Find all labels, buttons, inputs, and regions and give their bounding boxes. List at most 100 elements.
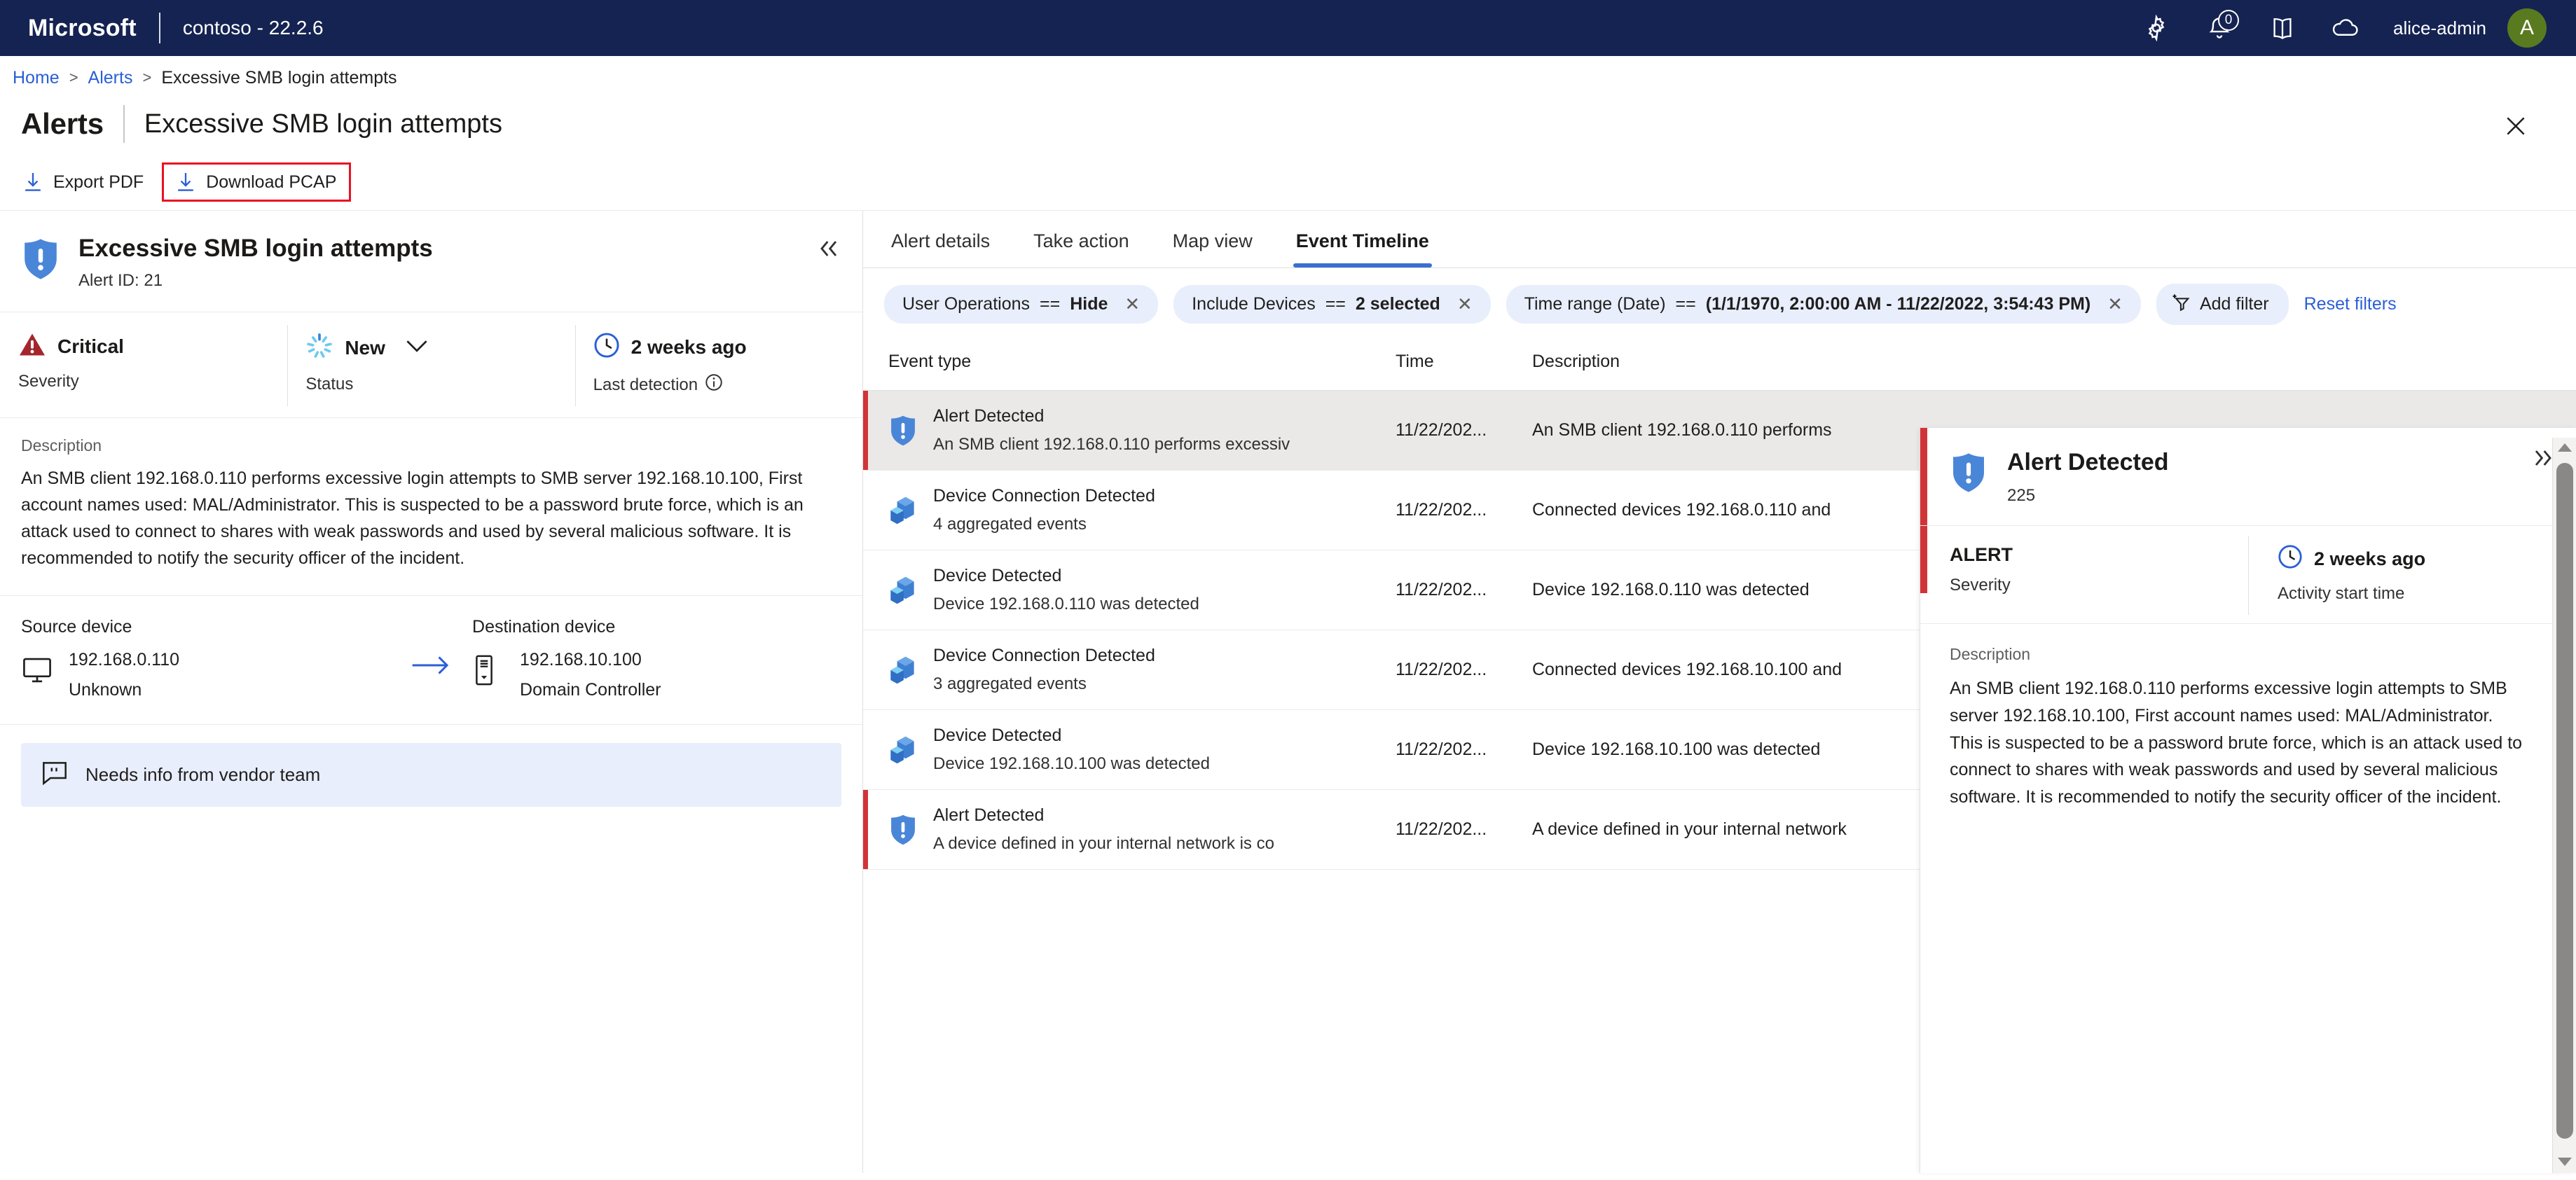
cell-event-type: Device Connection Detected 3 aggregated … <box>863 630 1396 710</box>
device-cube-icon <box>888 654 918 686</box>
tenant-name: contoso - 22.2.6 <box>182 17 324 39</box>
detail-severity-value: ALERT <box>1950 544 2013 565</box>
filter-chip-include-devices[interactable]: Include Devices == 2 selected ✕ <box>1173 285 1491 324</box>
filter-value: 2 selected <box>1355 294 1440 314</box>
detail-id: 225 <box>2007 486 2036 505</box>
cell-time: 11/22/202... <box>1396 470 1532 550</box>
column-description[interactable]: Description <box>1532 336 2576 391</box>
breadcrumb-alerts[interactable]: Alerts <box>88 68 133 88</box>
filter-field: Time range (Date) <box>1524 294 1666 314</box>
reset-filters-link[interactable]: Reset filters <box>2304 294 2397 314</box>
filter-field: Include Devices <box>1192 294 1316 314</box>
cloud-icon[interactable] <box>2330 13 2361 43</box>
cell-event-type: Device Connection Detected 4 aggregated … <box>863 470 1396 550</box>
avatar[interactable]: A <box>2507 8 2547 48</box>
page-scrollbar[interactable] <box>2552 438 2576 1173</box>
bell-icon[interactable]: 0 <box>2204 10 2240 43</box>
severity-stat: Critical Severity <box>0 312 287 417</box>
cell-event-type: Device Detected Device 192.168.0.110 was… <box>863 550 1396 630</box>
server-icon <box>472 654 504 686</box>
column-event-type[interactable]: Event type <box>863 336 1396 391</box>
filter-operator: == <box>1675 294 1696 314</box>
event-type-subtitle: An SMB client 192.168.0.110 performs exc… <box>933 435 1290 454</box>
tab-alert-details[interactable]: Alert details <box>888 230 993 268</box>
export-pdf-button[interactable]: Export PDF <box>10 163 158 201</box>
detail-severity-stat: ALERT Severity <box>1920 526 2248 623</box>
page-scroll-up-icon[interactable] <box>2558 443 2572 452</box>
alert-shield-icon <box>888 814 918 846</box>
status-stat: New Status <box>287 312 574 417</box>
destination-device-ip[interactable]: 192.168.10.100 <box>520 650 661 670</box>
add-filter-button[interactable]: Add filter <box>2156 284 2289 325</box>
source-device: Source device 192.168.0.110 Unknown <box>21 617 390 700</box>
chevron-down-icon[interactable] <box>405 338 429 357</box>
severity-label: Severity <box>18 372 79 391</box>
alert-shield-icon <box>888 415 918 447</box>
page-header: Alerts Excessive SMB login attempts <box>0 99 2576 155</box>
info-icon[interactable] <box>705 373 723 396</box>
collapse-panel-icon[interactable] <box>815 235 843 263</box>
status-new-icon <box>305 332 333 363</box>
last-detection-stat: 2 weeks ago Last detection <box>574 312 862 417</box>
tab-event-timeline[interactable]: Event Timeline <box>1293 230 1432 268</box>
device-flow-section: Source device 192.168.0.110 Unknown Dest… <box>0 596 862 726</box>
title-divider <box>123 105 125 143</box>
vendor-note-banner[interactable]: Needs info from vendor team <box>21 743 841 807</box>
expand-panel-icon[interactable] <box>2531 447 2555 472</box>
remove-filter-icon[interactable]: ✕ <box>2107 293 2123 315</box>
source-device-ip[interactable]: 192.168.0.110 <box>69 650 179 670</box>
book-icon[interactable] <box>2267 13 2298 43</box>
download-icon <box>177 172 195 193</box>
tab-take-action[interactable]: Take action <box>1031 230 1132 268</box>
filter-bar: User Operations == Hide ✕ Include Device… <box>863 268 2576 336</box>
source-device-label: Source device <box>21 617 132 637</box>
filter-value: (1/1/1970, 2:00:00 AM - 11/22/2022, 3:54… <box>1705 294 2091 314</box>
column-time[interactable]: Time <box>1396 336 1532 391</box>
last-detection-value: 2 weeks ago <box>631 335 747 358</box>
close-icon[interactable] <box>2496 106 2535 146</box>
gear-icon[interactable] <box>2141 13 2172 43</box>
event-detail-panel: Alert Detected 225 ALERT Severity 2 week… <box>1920 428 2576 1173</box>
event-type-title: Alert Detected <box>933 406 1045 426</box>
comment-icon <box>41 760 69 790</box>
description-text: An SMB client 192.168.0.110 performs exc… <box>21 468 804 569</box>
cell-event-type: Alert Detected A device defined in your … <box>863 789 1396 870</box>
breadcrumb: Home > Alerts > Excessive SMB login atte… <box>0 56 2576 99</box>
detail-severity-label: Severity <box>1950 576 2011 595</box>
event-type-title: Device Detected <box>933 566 1062 585</box>
detail-title: Alert Detected <box>2007 449 2169 476</box>
remove-filter-icon[interactable]: ✕ <box>1124 293 1140 315</box>
clock-icon <box>2278 544 2303 574</box>
download-pcap-button[interactable]: Download PCAP <box>162 162 352 202</box>
microsoft-logo-text[interactable]: Microsoft <box>28 15 137 42</box>
filter-operator: == <box>1040 294 1061 314</box>
page-scroll-down-icon[interactable] <box>2558 1158 2572 1166</box>
device-cube-icon <box>888 734 918 766</box>
detail-activity-label: Activity start time <box>2278 584 2405 603</box>
breadcrumb-home[interactable]: Home <box>13 68 60 88</box>
remove-filter-icon[interactable]: ✕ <box>1457 293 1473 315</box>
filter-operator: == <box>1325 294 1346 314</box>
tab-bar: Alert details Take action Map view Event… <box>863 211 2576 268</box>
page-scrollbar-thumb[interactable] <box>2556 463 2573 1139</box>
detail-description-label: Description <box>1950 645 2031 663</box>
source-device-type: Unknown <box>69 680 142 700</box>
tab-map-view[interactable]: Map view <box>1170 230 1255 268</box>
event-type-subtitle: 4 aggregated events <box>933 515 1087 534</box>
user-name-label[interactable]: alice-admin <box>2393 18 2486 39</box>
filter-chip-user-operations[interactable]: User Operations == Hide ✕ <box>884 285 1159 324</box>
detail-stats: ALERT Severity 2 weeks ago Activity star… <box>1920 526 2576 624</box>
brand-divider <box>158 13 160 43</box>
cell-time: 11/22/202... <box>1396 630 1532 710</box>
alert-description-section: Description An SMB client 192.168.0.110 … <box>0 418 862 597</box>
severity-critical-icon <box>18 332 46 361</box>
destination-device: Destination device 192.168.10.100 Domain… <box>472 617 841 700</box>
main-content: Excessive SMB login attempts Alert ID: 2… <box>0 210 2576 1173</box>
filter-chip-time-range[interactable]: Time range (Date) == (1/1/1970, 2:00:00 … <box>1506 285 2141 324</box>
alert-summary-header: Excessive SMB login attempts Alert ID: 2… <box>0 211 862 313</box>
alert-id: Alert ID: 21 <box>78 271 163 291</box>
device-cube-icon <box>888 574 918 606</box>
destination-device-label: Destination device <box>472 617 616 637</box>
add-filter-label: Add filter <box>2199 294 2269 314</box>
event-type-subtitle: Device 192.168.0.110 was detected <box>933 595 1199 613</box>
